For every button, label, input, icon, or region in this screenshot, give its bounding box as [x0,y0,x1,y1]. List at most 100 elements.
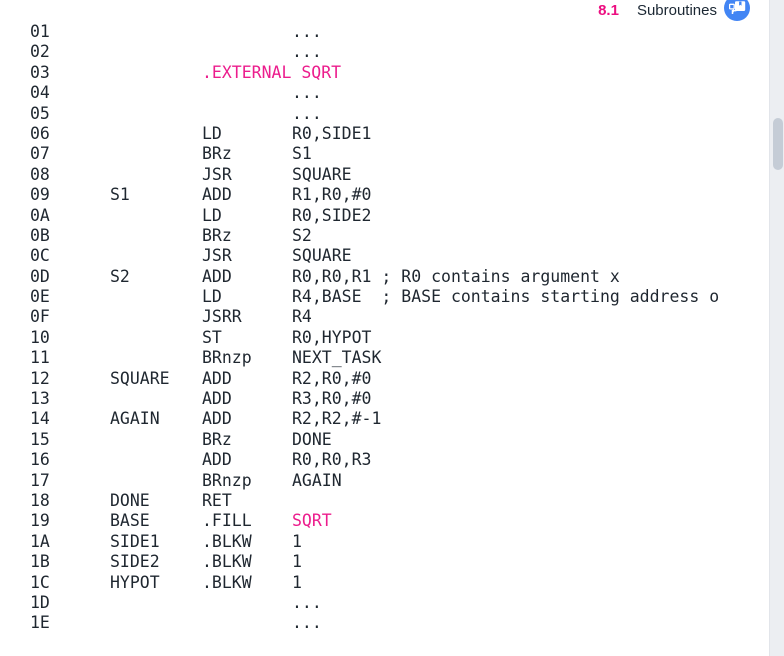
code-operand: R0,HYPOT [292,327,372,347]
code-operand: ... [292,22,322,41]
code-addr: 09 [30,185,50,205]
code-operand: ... [292,592,322,612]
code-op: ADD [202,185,232,205]
code-line: 0D S2 ADD R0,R0,R1 ; R0 contains argument x [0,267,764,287]
code-operand: ... [292,103,322,123]
code-line: 12 SQUARE ADD R2,R0,#0 [0,369,764,389]
code-operand: NEXT_TASK [292,348,382,368]
code-addr: 1C [30,572,50,592]
code-op: .BLKW [202,572,252,592]
code-operand: ... [292,42,322,62]
code-operand: 1 [292,531,302,551]
code-addr: 14 [30,409,50,429]
code-line: 0E LD R4,BASE ; BASE contains starting add… [0,287,764,307]
code-addr: 12 [30,368,50,388]
code-line: 09 S1 ADD R1,R0,#0 [0,185,764,205]
code-op: RET [202,490,232,510]
code-op: BRnzp [202,470,252,490]
code-op: BRnzp [202,348,252,368]
code-label: SIDE2 [110,552,160,572]
code-addr: 0E [30,287,50,307]
code-operand: SQUARE [292,164,352,184]
code-line: 1A SIDE1 .BLKW 1 [0,532,764,552]
code-line: 14 AGAIN ADD R2,R2,#-1 [0,409,764,429]
code-operand: SQUARE [292,246,352,266]
code-op: .FILL [202,511,252,531]
code-line: 0B BRz S2 [0,226,764,246]
code-operand: R3,R0,#0 [292,389,372,409]
code-addr: 03 [30,62,50,82]
code-label: HYPOT [110,572,160,592]
code-line: 10 ST R0,HYPOT [0,328,764,348]
code-op: BRz [202,429,232,449]
scrollbar-thumb[interactable] [773,118,783,170]
code-line: 05... [0,104,764,124]
code-line: 16 ADD R0,R0,R3 [0,450,764,470]
code-addr: 01 [30,22,50,41]
code-line: 03 .EXTERNAL SQRT [0,63,764,83]
code-addr: 1A [30,531,50,551]
code-line: 0C JSR SQUARE [0,246,764,266]
code-op: JSRR [202,307,242,327]
code-addr: 02 [30,42,50,62]
bookmark-return-icon[interactable] [724,0,750,21]
code-label: SIDE1 [110,531,160,551]
code-line: 17 BRnzp AGAIN [0,471,764,491]
code-operand: R4,BASE ; BASE contains starting address… [292,287,720,307]
code-op: .BLKW [202,531,252,551]
code-operand: DONE [292,429,332,449]
code-operand: ... [292,613,322,633]
code-op: JSR [202,164,232,184]
code-op: LD [202,123,222,143]
code-op: JSR [202,246,232,266]
code-op: ADD [202,389,232,409]
code-operand: AGAIN [292,470,342,490]
code-line: 01... [0,22,764,42]
code-line: 0A LD R0,SIDE2 [0,206,764,226]
code-line: 15 BRz DONE [0,430,764,450]
code-line: 13 ADD R3,R0,#0 [0,389,764,409]
code-operand: S1 [292,144,312,164]
code-addr: 11 [30,348,50,368]
code-operand: SQRT [292,511,332,531]
code-operand: R0,R0,R3 [292,450,372,470]
section-number: 8.1 [598,1,619,19]
code-label: SQUARE [110,368,170,388]
code-label: DONE [110,490,150,510]
vertical-scrollbar[interactable] [769,0,784,656]
code-line: 0F JSRR R4 [0,307,764,327]
code-operand: R0,SIDE2 [292,205,372,225]
code-op: LD [202,287,222,307]
code-label: S1 [110,185,130,205]
code-addr: 17 [30,470,50,490]
code-addr: 05 [30,103,50,123]
code-line: 07 BRz S1 [0,144,764,164]
code-line: 1D... [0,593,764,613]
code-label: BASE [110,511,150,531]
code-addr: 06 [30,123,50,143]
code-line: 18 DONE RET [0,491,764,511]
code-addr: 0D [30,266,50,286]
code-addr: 0A [30,205,50,225]
code-line: 1E... [0,613,764,633]
code-addr: 0B [30,225,50,245]
code-op: ADD [202,409,232,429]
code-line: 11 BRnzp NEXT_TASK [0,348,764,368]
code-operand: R0,SIDE1 [292,123,372,143]
code-op: ADD [202,266,232,286]
code-line: 08 JSR SQUARE [0,165,764,185]
assembly-code-listing: 01... 02... 03 .EXTERNAL SQRT 04... 05... 06 LD… [0,22,764,656]
code-addr: 1E [30,613,50,633]
page-title: Subroutines [636,1,717,19]
code-label: S2 [110,266,130,286]
code-operand: R0,R0,R1 ; R0 contains argument x [292,266,620,286]
code-operand: 1 [292,552,302,572]
code-line: 1C HYPOT .BLKW 1 [0,573,764,593]
code-operand: S2 [292,225,312,245]
code-op: BRz [202,225,232,245]
page-header: 8.1 Subroutines [0,0,764,22]
code-op: ADD [202,368,232,388]
code-op: ST [202,327,222,347]
code-addr: 18 [30,490,50,510]
code-operand: R4 [292,307,312,327]
